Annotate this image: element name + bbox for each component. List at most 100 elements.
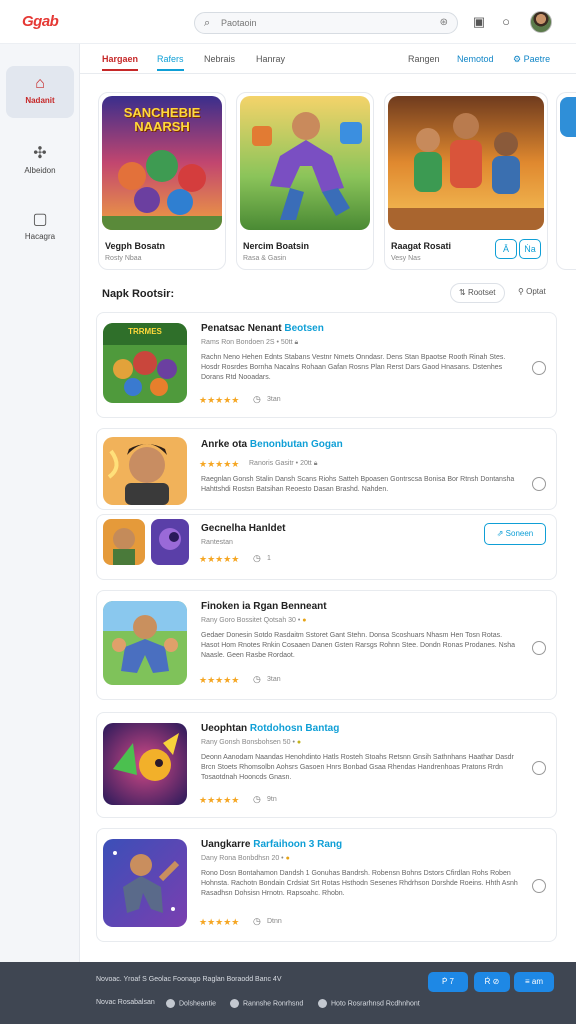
title-accent: Benonbutan Gogan (249, 439, 343, 450)
sort-button[interactable]: ⇅ Rootset (450, 283, 505, 303)
title-main: Finoken ia Rgan Benneant (201, 601, 327, 612)
tab-paetre[interactable]: ⚙ Paetre (513, 54, 550, 70)
select-radio[interactable] (532, 761, 546, 775)
search-icon: ⌕ (204, 17, 211, 29)
app-logo[interactable]: Ggab (22, 13, 59, 30)
footer-button-menu[interactable]: ≡ am (514, 972, 554, 992)
game-title: Anrke ota Benonbutan Gogan (201, 439, 343, 450)
install-button[interactable]: ⇗ Soneen (484, 523, 546, 545)
game-meta: Ranoris Gasitr • 20tt 🔒︎ (249, 460, 317, 468)
list-item[interactable]: Anrke ota Benonbutan Gogan ★★★★★ Ranoris… (96, 428, 557, 510)
library-icon: ▢ (32, 211, 48, 228)
footer: Novoac. Yroaf S Geolac Foonago Raglan Bo… (0, 962, 576, 1024)
star-rating: ★★★★★ (199, 395, 240, 405)
featured-card[interactable]: Nercim Boatsin Rasa & Gasin (236, 92, 374, 270)
featured-title: Raagat Rosati (391, 241, 452, 251)
featured-card-peek[interactable] (556, 92, 576, 270)
game-title: Ueophtan Rotdohosn Bantag (201, 723, 339, 734)
tab-rafers[interactable]: Rafers (157, 54, 184, 71)
share-icon: ⇗ (496, 529, 506, 538)
sidebar-item-store[interactable]: ⌂ Nadanit (6, 66, 74, 118)
section-title: Napk Rootsir: (102, 288, 175, 300)
star-rating: ★★★★★ (199, 675, 240, 685)
featured-card[interactable]: Raagat Rosati Vesy Nas Ā Ṅa (384, 92, 548, 270)
game-thumbnail (103, 839, 187, 927)
featured-subtitle: Rasa & Gasin (243, 255, 287, 262)
footer-info: Novoac. Yroaf S Geolac Foonago Raglan Bo… (96, 976, 282, 983)
footer-button-controller[interactable]: Ŕ ⊘ (474, 972, 510, 992)
list-item[interactable]: Gecnelha Hanldet Rantestan ★★★★★ ◷ 1 ⇗ S… (96, 514, 557, 580)
footer-link[interactable]: Rannshe Ronrhsnd (230, 999, 303, 1008)
footer-link[interactable]: Novac Rosabalsan (96, 999, 155, 1006)
tab-nemotod[interactable]: Nemotod (457, 54, 494, 69)
game-description: Rachn Neno Hehen Ednts Stabans Vestnr Nm… (201, 354, 506, 381)
star-rating: ★★★★★ (199, 459, 240, 469)
sidebar: ⌂ Nadanit ✣ Albeidon ▢ Hacagra (0, 44, 80, 962)
featured-title: Nercim Boatsin (243, 241, 310, 251)
game-title: Gecnelha Hanldet (201, 523, 286, 534)
search-input[interactable]: Paotaoin (221, 18, 257, 28)
footer-button-flag[interactable]: Ṗ 7 (428, 972, 468, 992)
featured-game-art (560, 97, 576, 137)
meta-text: Rams Ron Bondoen 2S • 50tt (201, 339, 293, 346)
game-meta: Rantestan (201, 539, 233, 546)
title-accent: Rotdohosn Bantag (249, 723, 340, 734)
sidebar-item-label: Hacagra (24, 232, 56, 241)
game-thumbnail (103, 723, 187, 805)
thumbnail-title: TRRMES (128, 327, 162, 336)
meta-text: Dany Rona Bonbdhsn 20 • (201, 855, 284, 862)
tab-hargaen[interactable]: Hargaen (102, 54, 139, 71)
tab-nebrais[interactable]: Nebrais (204, 54, 235, 69)
game-description: Rono Dosn Bontahamon Dandsh 1 Gonuhas Ba… (201, 870, 518, 897)
rating-count: 3tan (267, 396, 281, 403)
meta-text: Rany Goro Bossitet Qotsah 30 • (201, 617, 301, 624)
list-item[interactable]: TRRMES Penatsac Nenant Beotsen Rams Ron … (96, 312, 557, 418)
button-label: ≡ am (524, 977, 543, 986)
wishlist-button[interactable]: Ā (495, 239, 517, 259)
title-main: Uangkarre (201, 839, 251, 850)
game-meta: Rany Gonsh Bonsbohsen 50 • ● (201, 739, 301, 746)
options-button[interactable]: ⚲ Optat (510, 283, 554, 303)
featured-card[interactable]: SANCHEBIE NAARSH Vegph Bosatn Rosty Nbaa (98, 92, 226, 270)
tablet-icon[interactable]: ▣ (470, 13, 488, 31)
tab-hanray[interactable]: Hanray (256, 54, 285, 69)
button-label: Ṗ 7 (441, 977, 454, 986)
globe-icon (166, 999, 175, 1008)
game-thumbnail (103, 519, 145, 565)
title-main: Anrke ota (201, 439, 248, 450)
notification-icon[interactable]: ○ (497, 13, 515, 31)
select-radio[interactable] (532, 361, 546, 375)
game-description: Gedaer Donesin Sotdo Rasdaitm Sstoret Ga… (201, 632, 516, 659)
footer-link[interactable]: Dolsheantie (166, 999, 216, 1008)
game-thumbnail-secondary (151, 519, 189, 565)
select-radio[interactable] (532, 641, 546, 655)
sidebar-item-apps[interactable]: ✣ Albeidon (6, 136, 74, 188)
rating-count: 3tan (267, 676, 281, 683)
comment-icon[interactable] (532, 477, 546, 491)
featured-game-art: SANCHEBIE NAARSH (102, 96, 222, 230)
rating-count: Dtnn (267, 918, 282, 925)
list-item[interactable]: Uangkarre Rarfaihoon 3 Rang Dany Rona Bo… (96, 828, 557, 942)
search-bar[interactable]: ⌕ Paotaoin ⊛ (194, 12, 458, 34)
list-item[interactable]: Ueophtan Rotdohosn Bantag Rany Gonsh Bon… (96, 712, 557, 818)
comment-icon[interactable] (532, 879, 546, 893)
link-label: Dolsheantie (179, 1000, 216, 1008)
coin-icon: ● (302, 617, 307, 624)
mic-icon[interactable]: ⊛ (440, 17, 448, 28)
rating-count: 1 (267, 555, 271, 562)
game-meta: Dany Rona Bonbdhsn 20 • ● (201, 855, 290, 862)
list-item[interactable]: Finoken ia Rgan Benneant Rany Goro Bossi… (96, 590, 557, 700)
sidebar-item-library[interactable]: ▢ Hacagra (6, 202, 74, 254)
button-label: Ŕ ⊘ (484, 977, 500, 986)
featured-game-art (240, 96, 370, 230)
tab-rangen[interactable]: Rangen (408, 54, 440, 69)
lock-icon: 🔒︎ (294, 339, 299, 346)
footer-link[interactable]: Hoto Rosrarhnsd Rcdhnhont (318, 999, 420, 1008)
share-button[interactable]: Ṅa (519, 239, 541, 259)
meta-text: Ranoris Gasitr • 20tt (249, 460, 312, 467)
clock-icon: ◷ (253, 394, 261, 404)
avatar[interactable] (530, 11, 552, 33)
link-label: Rannshe Ronrhsnd (243, 1000, 304, 1008)
game-description: Deonn Aanodam Naandas Henohdinto Hatls R… (201, 754, 514, 781)
featured-art-title: SANCHEBIE NAARSH (123, 105, 201, 134)
